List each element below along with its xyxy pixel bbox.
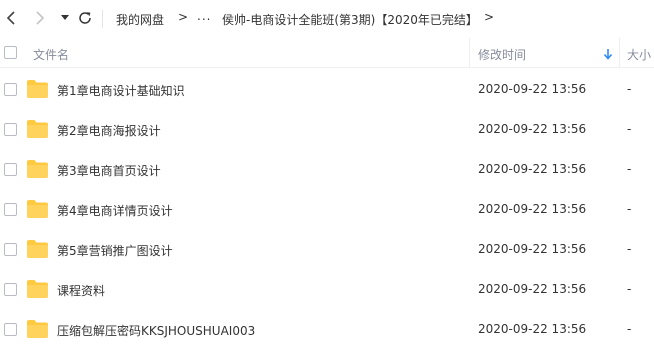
history-dropdown-button[interactable] [56,9,74,27]
folder-icon [27,280,48,298]
file-name[interactable]: 第3章电商首页设计 [57,162,161,179]
file-size: - [627,122,632,136]
file-row[interactable]: 课程资料 2020-09-22 13:56 - [0,270,654,310]
row-checkbox[interactable] [4,163,17,176]
file-modified-time: 2020-09-22 13:56 [478,282,587,296]
file-modified-time: 2020-09-22 13:56 [478,122,587,136]
toolbar: 我的网盘 > ... 侯帅-电商设计全能班(第3期)【2020年已完结】 > [0,0,654,38]
row-checkbox[interactable] [4,243,17,256]
caret-down-icon [61,15,69,20]
refresh-button[interactable] [76,9,94,27]
folder-icon [27,320,48,338]
file-row[interactable]: 第4章电商详情页设计 2020-09-22 13:56 - [0,190,654,230]
folder-icon [27,120,48,138]
row-checkbox[interactable] [4,83,17,96]
file-size: - [627,282,632,296]
column-divider[interactable] [619,38,620,68]
chevron-right-icon [36,11,45,25]
column-header-size[interactable]: 大小 [627,46,651,63]
sort-descending-icon[interactable] [603,48,613,60]
file-name[interactable]: 第2章电商海报设计 [57,122,161,139]
row-checkbox[interactable] [4,283,17,296]
file-name[interactable]: 压缩包解压密码KKSJHOUSHUAI003 [57,322,255,339]
breadcrumb-root[interactable]: 我的网盘 [116,11,164,28]
file-size: - [627,322,632,336]
file-row[interactable]: 第5章营销推广图设计 2020-09-22 13:56 - [0,230,654,270]
select-all-checkbox[interactable] [4,46,17,59]
file-name[interactable]: 课程资料 [57,282,105,299]
file-row[interactable]: 第2章电商海报设计 2020-09-22 13:56 - [0,110,654,150]
file-modified-time: 2020-09-22 13:56 [478,162,587,176]
row-checkbox[interactable] [4,323,17,336]
folder-icon [27,200,48,218]
file-modified-time: 2020-09-22 13:56 [478,322,587,336]
file-modified-time: 2020-09-22 13:56 [478,242,587,256]
file-modified-time: 2020-09-22 13:56 [478,202,587,216]
breadcrumb-separator: > [178,10,189,24]
breadcrumb-ellipsis[interactable]: ... [197,9,211,23]
column-header-modified[interactable]: 修改时间 [478,46,526,63]
toolbar-divider [102,10,103,28]
file-modified-time: 2020-09-22 13:56 [478,82,587,96]
folder-icon [27,160,48,178]
forward-button[interactable] [31,9,49,27]
file-name[interactable]: 第4章电商详情页设计 [57,202,173,219]
file-row[interactable]: 压缩包解压密码KKSJHOUSHUAI003 2020-09-22 13:56 … [0,310,654,350]
file-size: - [627,82,632,96]
file-row[interactable]: 第1章电商设计基础知识 2020-09-22 13:56 - [0,70,654,110]
column-header-name[interactable]: 文件名 [33,46,69,63]
row-checkbox[interactable] [4,123,17,136]
file-size: - [627,202,632,216]
file-list-header: 文件名 修改时间 大小 [0,38,654,68]
breadcrumb-trailing-separator: > [484,10,495,24]
file-size: - [627,162,632,176]
file-name[interactable]: 第5章营销推广图设计 [57,242,173,259]
chevron-left-icon [6,11,15,25]
breadcrumb-current: 侯帅-电商设计全能班(第3期)【2020年已完结】 [222,13,478,27]
file-name[interactable]: 第1章电商设计基础知识 [57,82,185,99]
column-divider[interactable] [469,38,470,68]
file-size: - [627,242,632,256]
folder-icon [27,80,48,98]
row-checkbox[interactable] [4,203,17,216]
file-row[interactable]: 第3章电商首页设计 2020-09-22 13:56 - [0,150,654,190]
back-button[interactable] [2,9,20,27]
folder-icon [27,240,48,258]
refresh-icon [79,12,91,24]
